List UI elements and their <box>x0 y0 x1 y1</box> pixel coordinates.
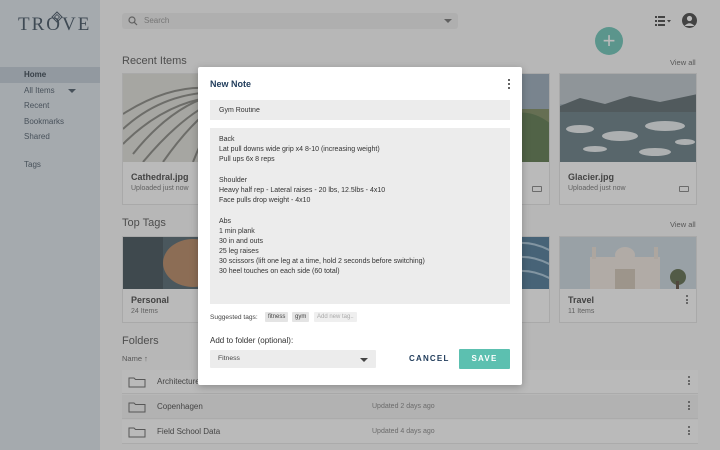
new-note-dialog: New Note Back Lat pull downs wide grip x… <box>198 67 522 385</box>
note-line: 25 leg raises <box>219 248 259 256</box>
note-line: Abs <box>219 217 232 225</box>
note-line: 1 min plank <box>219 227 255 235</box>
suggested-tags-label: Suggested tags: <box>210 314 258 321</box>
note-line: Shoulder <box>219 176 248 184</box>
more-options-icon[interactable] <box>507 79 510 91</box>
note-line: Face pulls drop weight - 4x10 <box>219 197 311 205</box>
note-line: Back <box>219 136 235 143</box>
note-body-textarea[interactable]: Back Lat pull downs wide grip x4 8-10 (i… <box>210 128 510 304</box>
note-line: 30 in and outs <box>219 237 263 245</box>
note-line: 30 heel touches on each side (60 total) <box>219 268 340 276</box>
folder-select[interactable]: Fitness <box>210 350 376 368</box>
note-line: Pull ups 6x 8 reps <box>219 156 275 164</box>
add-tag-input[interactable]: Add new tag.. <box>314 312 357 322</box>
folder-select-value: Fitness <box>218 355 240 362</box>
note-line <box>219 206 501 216</box>
dialog-title: New Note <box>210 79 252 89</box>
suggested-tag-chip[interactable]: fitness <box>265 312 289 322</box>
save-button[interactable]: SAVE <box>459 349 510 369</box>
cancel-button[interactable]: CANCEL <box>409 354 450 363</box>
note-line: Lat pull downs wide grip x4 8-10 (increa… <box>219 146 380 154</box>
note-line: Heavy half rep - Lateral raises - 20 lbs… <box>219 186 386 194</box>
suggested-tag-chip[interactable]: gym <box>292 312 310 322</box>
note-line <box>219 166 501 176</box>
note-title-input[interactable] <box>210 100 510 120</box>
chevron-down-icon <box>360 358 368 362</box>
folder-select-label: Add to folder (optional): <box>210 336 294 345</box>
note-line: 30 scissors (lift one leg at a time, hol… <box>219 258 425 266</box>
